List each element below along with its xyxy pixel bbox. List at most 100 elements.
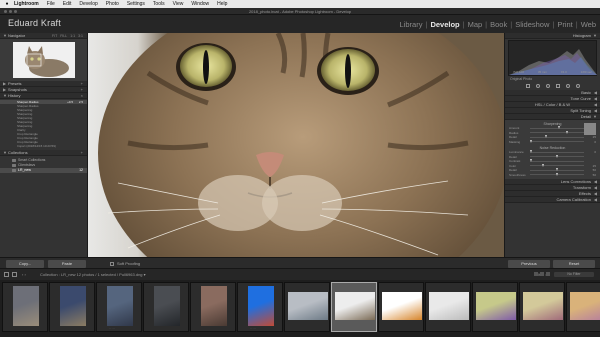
close-window-icon[interactable]	[4, 10, 7, 13]
filmstrip-thumbnail[interactable]	[2, 282, 48, 332]
menu-edit[interactable]: Edit	[63, 0, 72, 8]
slider-track[interactable]	[529, 150, 584, 154]
previous-button[interactable]: Previous	[508, 260, 550, 268]
spot-removal-tool-icon[interactable]	[535, 84, 540, 88]
filmstrip-thumbnail[interactable]	[425, 282, 471, 332]
slider-knob[interactable]	[566, 130, 569, 134]
slider-track[interactable]	[530, 126, 584, 130]
histogram-header[interactable]: Histogram ▼	[505, 33, 600, 39]
menu-develop[interactable]: Develop	[79, 0, 97, 8]
slider-knob[interactable]	[555, 172, 558, 176]
detail-preview[interactable]	[584, 123, 596, 135]
menu-file[interactable]: File	[47, 0, 55, 8]
slider-track[interactable]	[530, 168, 584, 172]
collection-item[interactable]: LR_new 12	[0, 168, 87, 173]
menu-app-name[interactable]: Lightroom	[14, 0, 39, 8]
flag-filter-icon[interactable]	[546, 272, 550, 276]
menu-window[interactable]: Window	[191, 0, 209, 8]
filmstrip-thumbnail[interactable]	[378, 282, 424, 332]
module-develop[interactable]: Develop	[428, 20, 461, 29]
camera-calibration-header[interactable]: Camera Calibration ◀	[505, 197, 600, 203]
flag-filter-icon[interactable]	[540, 272, 544, 276]
reset-button[interactable]: Reset	[553, 260, 595, 268]
clear-history-icon[interactable]: ×	[81, 93, 83, 99]
expand-triangle-icon[interactable]: ◀	[594, 197, 597, 203]
zoom-1-1[interactable]: 1:1	[70, 33, 75, 39]
filmstrip-thumbnail[interactable]: .....	[237, 282, 283, 332]
soft-proofing-checkbox[interactable]	[110, 262, 114, 266]
filmstrip-thumbnail[interactable]	[566, 282, 600, 332]
module-map[interactable]: Map	[466, 20, 485, 29]
slider-value[interactable]: 25	[587, 164, 596, 168]
slider-track[interactable]	[530, 135, 584, 139]
menu-settings[interactable]: Settings	[127, 0, 145, 8]
slider-knob[interactable]	[529, 159, 532, 163]
menu-photo[interactable]: Photo	[106, 0, 119, 8]
paste-button[interactable]: Paste	[48, 260, 86, 268]
histogram-graph[interactable]: ISO 100 35 mm f/4.0 1/80 sec	[508, 40, 597, 76]
collapse-triangle-icon[interactable]: ▼	[593, 33, 597, 39]
collapse-triangle-icon[interactable]: ▼	[3, 93, 7, 99]
add-collection-icon[interactable]: +	[81, 150, 83, 156]
module-slideshow[interactable]: Slideshow	[513, 20, 551, 29]
menu-view[interactable]: View	[173, 0, 184, 8]
apple-icon[interactable]: ●	[4, 0, 10, 8]
graduated-filter-icon[interactable]	[555, 84, 560, 88]
main-window-icon[interactable]	[4, 272, 9, 277]
module-print[interactable]: Print	[555, 20, 574, 29]
slider-masking[interactable]: Masking 0	[509, 139, 596, 145]
module-web[interactable]: Web	[579, 20, 598, 29]
slider-value[interactable]: 0	[587, 150, 596, 154]
filmstrip-thumbnail[interactable]	[519, 282, 565, 332]
collections-header[interactable]: ▼ Collections +	[0, 150, 87, 156]
second-window-icon[interactable]	[12, 272, 17, 277]
slider-value[interactable]: 50	[587, 168, 596, 172]
zoom-fill[interactable]: FILL	[60, 33, 67, 39]
red-eye-tool-icon[interactable]	[545, 84, 550, 88]
slider-track[interactable]	[530, 154, 584, 158]
filter-preset-select[interactable]: No Filter	[554, 272, 594, 277]
slider-knob[interactable]	[544, 135, 547, 139]
hsl-tabs[interactable]: HSL / Color / B & W	[535, 102, 570, 107]
slider-knob[interactable]	[542, 163, 544, 167]
slider-smoothness[interactable]: Smoothness 50	[509, 172, 596, 178]
slider-knob[interactable]	[555, 154, 558, 158]
filmstrip-thumbnail[interactable]	[190, 282, 236, 332]
slider-knob[interactable]	[529, 139, 532, 143]
identity-plate[interactable]: Eduard Kraft	[8, 18, 61, 28]
slider-track[interactable]	[530, 163, 584, 167]
radial-filter-icon[interactable]	[565, 84, 570, 88]
zoom-3-1[interactable]: 3:1	[78, 33, 83, 39]
crop-tool-icon[interactable]	[525, 84, 530, 88]
soft-proofing-toggle[interactable]: Soft Proofing	[110, 260, 140, 268]
slider-track[interactable]	[529, 159, 584, 163]
navigator-header[interactable]: ▼ Navigator FIT FILL 1:1 3:1	[0, 33, 87, 39]
slider-value[interactable]: 25	[587, 135, 596, 139]
collapse-triangle-icon[interactable]: ▼	[3, 33, 7, 39]
filmstrip-thumbnail[interactable]	[49, 282, 95, 332]
slider-track[interactable]	[530, 172, 584, 176]
copy-button[interactable]: Copy...	[6, 260, 44, 268]
collapse-triangle-icon[interactable]: ▼	[3, 150, 7, 156]
adjustment-brush-icon[interactable]	[575, 84, 580, 88]
filmstrip-thumbnail[interactable]	[331, 282, 377, 332]
menu-tools[interactable]: Tools	[153, 0, 165, 8]
filmstrip-source[interactable]: Collection : LR_new 12 photos / 1 select…	[40, 269, 146, 280]
history-header[interactable]: ▼ History ×	[0, 93, 87, 99]
filmstrip-thumbnail[interactable]	[472, 282, 518, 332]
filmstrip-thumbnail[interactable]: .....	[96, 282, 142, 332]
zoom-fit[interactable]: FIT	[52, 33, 57, 39]
navigator-thumbnail[interactable]	[12, 42, 75, 78]
slider-track[interactable]	[530, 130, 584, 134]
history-item[interactable]: Import (2018/12/15 10:23:59)	[0, 144, 87, 148]
slider-knob[interactable]	[555, 168, 558, 172]
slider-value[interactable]: 0	[587, 140, 596, 144]
slider-value[interactable]: 50	[587, 173, 596, 177]
filmstrip-thumbnail[interactable]	[284, 282, 330, 332]
zoom-window-icon[interactable]	[14, 10, 17, 13]
minimize-window-icon[interactable]	[9, 10, 12, 13]
slider-knob[interactable]	[558, 126, 561, 130]
slider-knob[interactable]	[529, 150, 532, 154]
filmstrip-thumbnail[interactable]	[143, 282, 189, 332]
menu-help[interactable]: Help	[217, 0, 227, 8]
